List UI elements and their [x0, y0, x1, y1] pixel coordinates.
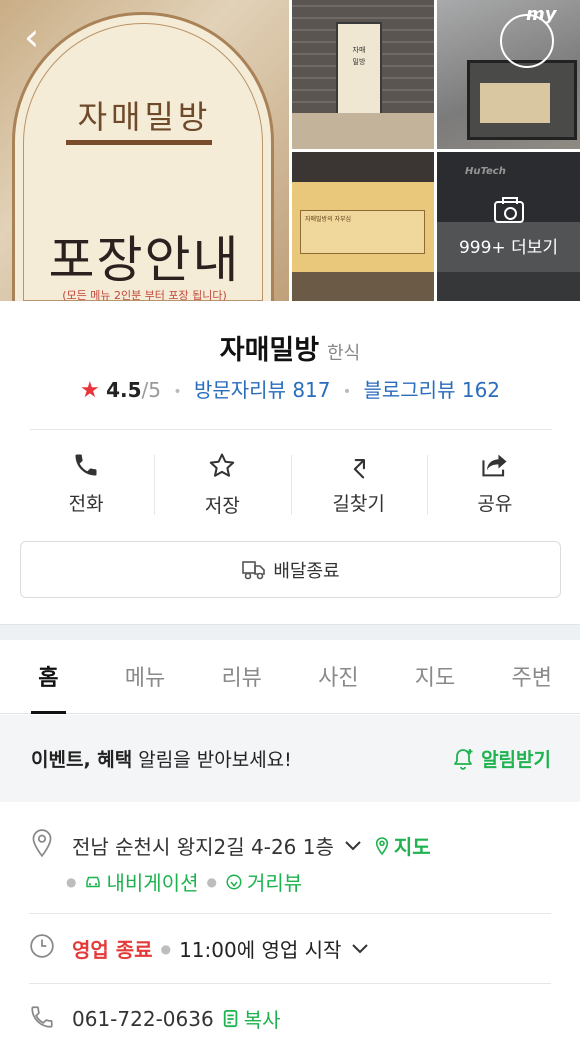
location-pin-icon [32, 829, 52, 858]
poster-heading: 포장안내 [48, 231, 241, 289]
tab-nearby[interactable]: 주변 [483, 640, 580, 713]
visitor-reviews-link[interactable]: 방문자리뷰 817 [194, 378, 331, 402]
photo-thumb-3[interactable]: 자매밀방의 자부심 [292, 152, 434, 301]
address-links-row: ● 내비게이션 ● 거리뷰 [66, 867, 302, 896]
save-label: 저장 [204, 495, 240, 517]
separator-dot: ● [160, 941, 172, 956]
event-bold-text: 이벤트, 혜택 [31, 749, 133, 771]
tab-bar: 홈 메뉴 리뷰 사진 지도 주변 [0, 640, 580, 714]
share-icon [482, 454, 507, 477]
map-pin-icon [375, 836, 389, 855]
divider [30, 429, 552, 430]
directions-icon [353, 459, 365, 479]
chevron-down-icon[interactable] [351, 943, 369, 955]
separator-dot: • [342, 383, 352, 400]
alarm-label: 알림받기 [481, 749, 551, 771]
place-header: 자매밀방 한식 [0, 328, 580, 367]
separator-dot: ● [206, 874, 217, 889]
clock-icon [30, 934, 54, 958]
copy-button[interactable]: 복사 [222, 1004, 281, 1033]
tab-home[interactable]: 홈 [0, 640, 97, 714]
action-bar: 전화 저장 길찾기 공유 [18, 447, 563, 519]
tab-menu[interactable]: 메뉴 [97, 640, 194, 713]
photo-gallery[interactable]: 자매밀방 포장안내 (모든 메뉴 2인분 부터 포장 됩니다) ‹ 자매 밀방 자… [0, 0, 580, 301]
delivery-status-button[interactable]: 배달종료 [20, 541, 561, 598]
rating-row: ★ 4.5/5 • 방문자리뷰 817 • 블로그리뷰 162 [0, 374, 580, 403]
camera-icon [493, 197, 524, 223]
share-label: 공유 [477, 493, 513, 515]
phone-icon [75, 454, 97, 476]
street-view-icon [226, 874, 242, 889]
call-button[interactable]: 전화 [18, 447, 154, 519]
separator-dot: • [173, 383, 182, 400]
map-link[interactable]: 지도 [394, 831, 431, 860]
rating-score: 4.5 [106, 378, 142, 402]
section-gap [0, 624, 580, 640]
opening-time: 11:00에 영업 시작 [179, 938, 342, 962]
poster-divider [66, 140, 212, 145]
tab-photos[interactable]: 사진 [290, 640, 387, 713]
photo-thumb-1[interactable]: 자매 밀방 [292, 0, 434, 149]
star-icon [210, 453, 235, 477]
rating-max: /5 [141, 378, 161, 402]
event-text: 이벤트, 혜택 알림을 받아보세요! [31, 745, 292, 772]
divider [29, 983, 551, 984]
copy-icon [223, 1009, 237, 1027]
delivery-label: 배달종료 [273, 560, 340, 582]
delivery-icon [242, 560, 266, 579]
my-logo-text: my [526, 4, 557, 25]
main-photo[interactable]: 자매밀방 포장안내 (모든 메뉴 2인분 부터 포장 됩니다) ‹ [0, 0, 289, 301]
street-view-link[interactable]: 거리뷰 [247, 867, 302, 896]
poster-note: (모든 메뉴 2인분 부터 포장 됩니다) [62, 289, 227, 301]
share-button[interactable]: 공유 [426, 447, 563, 519]
hours-row[interactable]: 영업 종료 ● 11:00에 영업 시작 [72, 934, 369, 963]
car-icon [86, 876, 101, 887]
phone-number[interactable]: 061-722-0636 [72, 1007, 214, 1031]
more-photos-button[interactable]: 999+ 더보기 [437, 152, 580, 301]
separator-dot: ● [66, 874, 77, 889]
wall-banner: 자매밀방의 자부심 [300, 210, 425, 254]
tab-map[interactable]: 지도 [387, 640, 484, 713]
rating-star-icon: ★ [79, 378, 100, 403]
divider [29, 913, 551, 914]
blog-reviews-link[interactable]: 블로그리뷰 162 [363, 378, 500, 402]
directions-button[interactable]: 길찾기 [290, 447, 427, 519]
save-button[interactable]: 저장 [154, 447, 290, 519]
address-text: 전남 순천시 왕지2길 4-26 1층 [72, 835, 334, 859]
address-row: 전남 순천시 왕지2길 4-26 1층 지도 [72, 831, 431, 860]
more-photos-label: 999+ 더보기 [458, 238, 558, 258]
event-rest-text: 알림을 받아보세요! [132, 749, 292, 771]
navigation-link[interactable]: 내비게이션 [106, 867, 198, 896]
place-name: 자매밀방 [219, 335, 320, 366]
poster-title: 자매밀방 [77, 98, 212, 136]
phone-row: 061-722-0636 복사 [72, 1004, 281, 1033]
alarm-button[interactable]: 알림받기 [451, 745, 551, 772]
call-label: 전화 [68, 493, 104, 515]
copy-label: 복사 [243, 1008, 281, 1032]
place-category: 한식 [327, 343, 361, 364]
tab-reviews[interactable]: 리뷰 [193, 640, 290, 713]
chevron-down-icon[interactable] [344, 840, 362, 852]
business-status: 영업 종료 [72, 938, 153, 962]
back-icon[interactable]: ‹ [24, 18, 58, 56]
phone-outline-icon [31, 1006, 53, 1028]
directions-label: 길찾기 [332, 493, 385, 515]
bell-plus-icon [454, 748, 473, 770]
event-banner: 이벤트, 혜택 알림을 받아보세요! 알림받기 [0, 715, 580, 802]
